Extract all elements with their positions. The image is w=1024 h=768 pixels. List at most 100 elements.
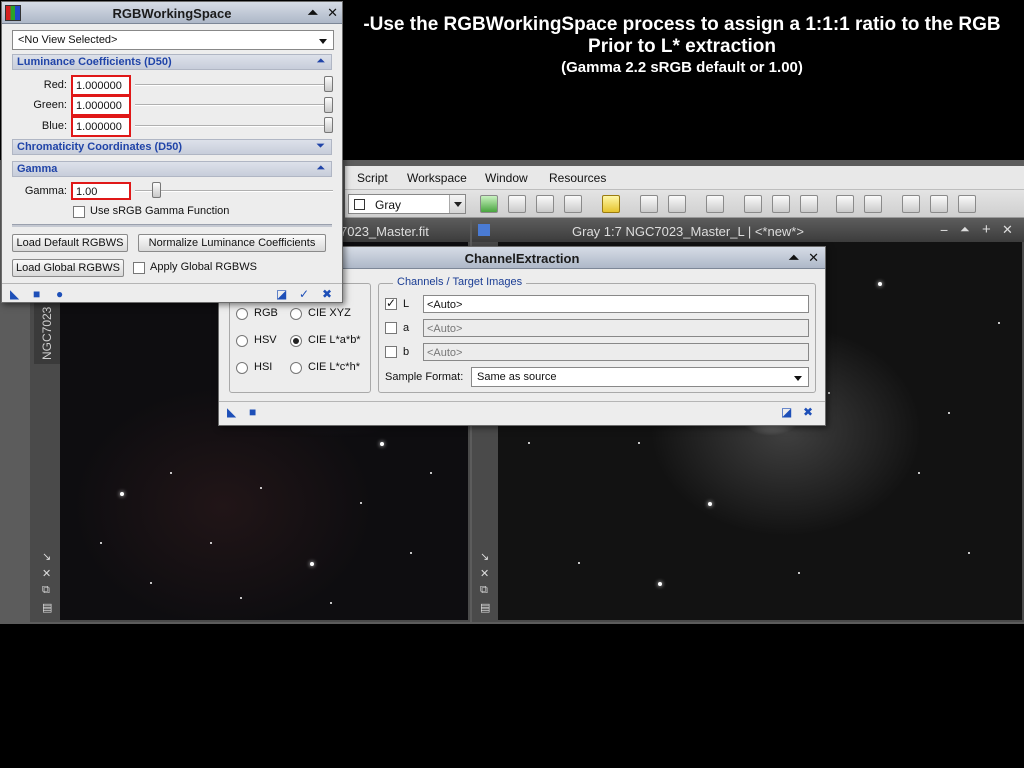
chevron-down-icon [449, 195, 465, 213]
radio-cie-xyz-label: CIE XYZ [308, 307, 351, 319]
blue-label: Blue: [41, 120, 67, 132]
sample-format-combo[interactable]: Same as source [471, 367, 809, 387]
zoom-out-icon[interactable] [668, 195, 686, 213]
normalize-luminance-button[interactable]: Normalize Luminance Coefficients [138, 234, 326, 252]
clone-icon[interactable]: ⧉ [42, 584, 50, 597]
preview-settings-icon[interactable] [958, 195, 976, 213]
new-image-icon[interactable] [480, 195, 498, 213]
clone-icon[interactable]: ⧉ [480, 584, 488, 597]
fit-icon[interactable]: ✕ [42, 567, 51, 580]
use-srgb-gamma-checkbox[interactable] [73, 206, 85, 218]
gray-window-title-bar[interactable]: Gray 1:7 NGC7023_Master_L | <*new*> − ⏶ … [472, 220, 1024, 242]
copy-icon[interactable] [536, 195, 554, 213]
execute-icon[interactable]: ● [56, 287, 63, 301]
red-slider-track[interactable] [135, 84, 333, 86]
green-slider-thumb[interactable] [324, 97, 333, 113]
radio-cie-lab[interactable] [290, 335, 302, 347]
arrow-icon[interactable]: ↘ [42, 550, 51, 563]
blue-slider-track[interactable] [135, 125, 333, 127]
shade-icon[interactable]: ⏶ [789, 250, 799, 266]
radio-hsv[interactable] [236, 335, 248, 347]
zoom-in-icon[interactable] [640, 195, 658, 213]
radio-hsv-label: HSV [254, 334, 277, 346]
channels-group-title: Channels / Target Images [393, 276, 527, 288]
green-slider-track[interactable] [135, 104, 333, 106]
preview-delete-icon[interactable] [930, 195, 948, 213]
maximize-icon[interactable]: + [982, 221, 991, 238]
pan-icon[interactable] [706, 195, 724, 213]
green-coefficient-field[interactable]: 1.000000 [71, 95, 131, 116]
info-icon[interactable]: ▤ [42, 601, 52, 614]
select-icon[interactable] [744, 195, 762, 213]
load-global-rgbws-button[interactable]: Load Global RGBWS [12, 259, 124, 277]
close-icon[interactable]: ✕ [1002, 222, 1013, 238]
channel-b-checkbox[interactable] [385, 346, 397, 358]
preview-icon[interactable]: ◪ [781, 405, 792, 419]
reset-icon[interactable]: ✖ [803, 405, 813, 419]
red-coefficient-field[interactable]: 1.000000 [71, 75, 131, 96]
crop-icon[interactable] [772, 195, 790, 213]
preview-icon[interactable] [902, 195, 920, 213]
gamma-field[interactable]: 1.00 [71, 182, 131, 200]
rgbws-title-bar[interactable]: RGBWorkingSpace ⏶ ✕ [2, 2, 342, 24]
luminance-section-header[interactable]: Luminance Coefficients (D50) ⏶ [12, 54, 332, 70]
radio-hsi[interactable] [236, 362, 248, 374]
channel-b-target-field[interactable]: <Auto> [423, 343, 809, 361]
caption-line-2: Prior to L* extraction [588, 36, 776, 57]
reset-icon[interactable]: ✖ [322, 287, 332, 301]
apply-global-icon[interactable]: ■ [33, 287, 40, 301]
new-instance-icon[interactable]: ◣ [227, 405, 236, 419]
shade-icon[interactable]: ⏶ [308, 5, 318, 21]
shade-icon[interactable]: ⏶ [960, 222, 970, 237]
gamma-slider-track[interactable] [135, 190, 333, 192]
close-icon[interactable]: ✕ [327, 5, 338, 21]
apply-global-icon[interactable]: ■ [249, 405, 256, 419]
separator [12, 224, 332, 227]
mask-icon[interactable] [864, 195, 882, 213]
blue-slider-thumb[interactable] [324, 117, 333, 133]
apply-checkmark-icon[interactable]: ✓ [299, 287, 309, 301]
menu-window[interactable]: Window [485, 171, 528, 185]
arrow-icon[interactable]: ↘ [480, 550, 489, 563]
radio-rgb[interactable] [236, 308, 248, 320]
channel-l-checkbox[interactable] [385, 296, 397, 310]
use-srgb-gamma-label: Use sRGB Gamma Function [90, 205, 230, 217]
active-tool-icon[interactable] [602, 195, 620, 213]
blue-coefficient-field[interactable]: 1.000000 [71, 116, 131, 137]
red-slider-thumb[interactable] [324, 76, 333, 92]
radio-cie-lch[interactable] [290, 362, 302, 374]
menu-resources[interactable]: Resources [549, 171, 606, 185]
gamma-slider-thumb[interactable] [152, 182, 161, 198]
info-icon[interactable]: ▤ [480, 601, 490, 614]
expand-icon: ⏷ [316, 140, 325, 152]
preview-icon[interactable]: ◪ [276, 287, 287, 301]
load-default-rgbws-button[interactable]: Load Default RGBWS [12, 234, 128, 252]
view-selector-combo[interactable]: <No View Selected> [12, 30, 334, 50]
duplicate-icon[interactable] [564, 195, 582, 213]
menu-script[interactable]: Script [357, 171, 388, 185]
rgb-working-space-panel: RGBWorkingSpace ⏶ ✕ <No View Selected> L… [1, 1, 343, 303]
radio-hsi-label: HSI [254, 361, 273, 373]
gamma-section-header[interactable]: Gamma ⏶ [12, 161, 332, 177]
apply-global-rgbws-checkbox[interactable] [133, 262, 145, 274]
chromaticity-section-header[interactable]: Chromaticity Coordinates (D50) ⏷ [12, 139, 332, 155]
image-side-tab[interactable]: NGC7023 [34, 300, 60, 364]
radio-cie-xyz[interactable] [290, 308, 302, 320]
channel-a-target-field[interactable]: <Auto> [423, 319, 809, 337]
new-instance-icon[interactable]: ◣ [10, 287, 19, 301]
channel-view-combo[interactable]: Gray [348, 194, 466, 214]
minimize-icon[interactable]: − [940, 222, 948, 238]
radio-cie-lab-label: CIE L*a*b* [308, 334, 361, 346]
green-label: Green: [33, 99, 67, 111]
process-icon[interactable] [836, 195, 854, 213]
edit-icon[interactable] [508, 195, 526, 213]
gray-window-title: Gray 1:7 NGC7023_Master_L | <*new*> [572, 224, 804, 239]
red-label: Red: [43, 79, 67, 91]
fit-icon[interactable]: ✕ [480, 567, 489, 580]
radio-cie-lch-label: CIE L*c*h* [308, 361, 360, 373]
channel-a-checkbox[interactable] [385, 322, 397, 334]
close-icon[interactable]: ✕ [808, 250, 819, 266]
channel-l-target-field[interactable]: <Auto> [423, 295, 809, 313]
menu-workspace[interactable]: Workspace [407, 171, 467, 185]
fit-view-icon[interactable] [800, 195, 818, 213]
